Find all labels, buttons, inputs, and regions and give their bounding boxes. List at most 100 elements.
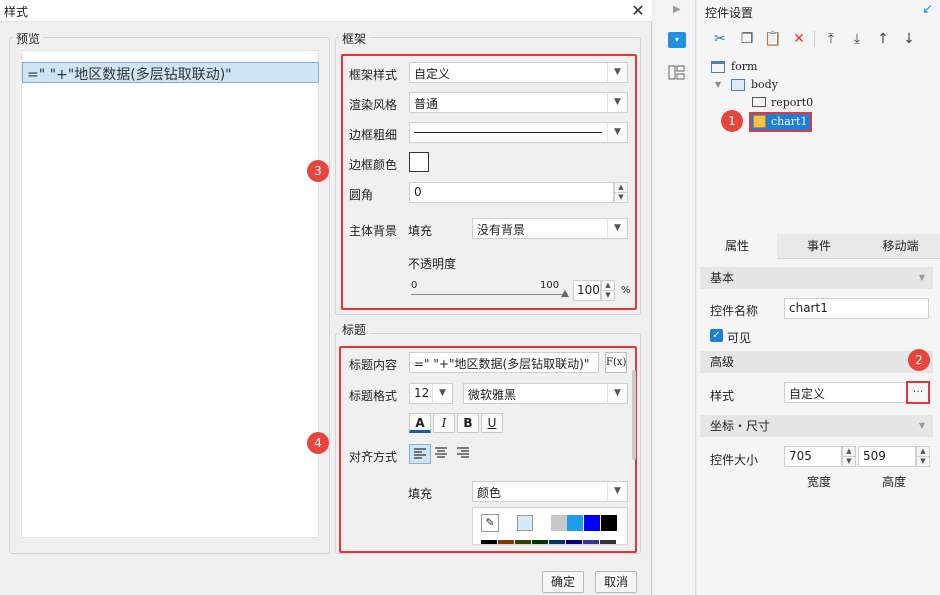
align-center-icon[interactable] (431, 444, 453, 464)
tree-item-report0[interactable]: report0 (771, 96, 813, 109)
palette-swatch[interactable] (535, 515, 551, 531)
opacity-input[interactable]: 100 (573, 280, 601, 301)
palette-swatch[interactable] (532, 540, 548, 544)
bg-fill-select[interactable]: 没有背景 ▼ (472, 218, 628, 239)
palette-swatch[interactable] (601, 515, 617, 531)
align-label: 对齐方式 (349, 450, 398, 464)
palette-swatch[interactable] (481, 540, 497, 544)
preview-title-chip[interactable]: =" "+"地区数据(多层钻取联动)" (22, 62, 319, 83)
chart-icon (753, 115, 766, 128)
opacity-slider-thumb[interactable] (561, 290, 569, 297)
expand-tree-icon[interactable]: ▼ (715, 80, 721, 89)
paste-icon[interactable]: 📋 (762, 28, 784, 50)
chevron-down-icon: ▼ (607, 482, 627, 501)
border-color-swatch[interactable] (409, 152, 429, 172)
radius-input[interactable]: 0 (409, 182, 614, 203)
border-width-select[interactable]: ▼ (409, 122, 628, 143)
formula-button[interactable]: F(x) (605, 352, 627, 373)
move-top-icon[interactable]: ⤒ (820, 28, 842, 50)
frame-style-label: 框架样式 (349, 68, 398, 82)
radius-label: 圆角 (349, 188, 374, 202)
frame-group-title: 框架 (339, 30, 370, 47)
palette-row-2[interactable] (481, 540, 621, 544)
chevron-down-icon[interactable]: ▼ (842, 456, 856, 467)
move-down-icon[interactable]: ↓ (898, 28, 920, 50)
width-label: 宽度 (807, 475, 832, 489)
callout-badge-4: 4 (307, 432, 329, 454)
chevron-down-icon[interactable]: ▼ (601, 290, 615, 301)
title-content-input[interactable]: =" "+"地区数据(多层钻取联动)" (409, 352, 599, 373)
title-fill-select[interactable]: 颜色 ▼ (472, 481, 628, 502)
height-input[interactable]: 509 (858, 446, 916, 467)
basic-section-header[interactable]: 基本 ▼ (700, 267, 933, 289)
bold-button[interactable]: B (457, 413, 479, 433)
callout-badge-1: 1 (721, 110, 743, 132)
palette-swatch[interactable] (566, 540, 582, 544)
title-fill-label: 填充 (408, 487, 433, 501)
underline-button[interactable]: U (481, 413, 503, 433)
layout-icon[interactable] (668, 65, 685, 80)
move-up-icon[interactable]: ↑ (872, 28, 894, 50)
align-right-icon[interactable] (453, 444, 475, 464)
palette-swatch[interactable] (583, 540, 599, 544)
palette-swatch[interactable] (517, 515, 533, 531)
palette-swatch[interactable] (584, 515, 600, 531)
chevron-down-icon: ▼ (607, 219, 627, 238)
height-label: 高度 (882, 475, 907, 489)
expand-icon[interactable]: ↙ (922, 2, 933, 17)
chevron-down-icon[interactable]: ▼ (614, 192, 628, 203)
collapse-arrow-icon[interactable]: ▶ (673, 4, 681, 15)
tab-events[interactable]: 事件 (779, 234, 859, 259)
color-palette: ✎ (472, 507, 628, 545)
eyedropper-icon[interactable]: ✎ (481, 514, 499, 532)
render-style-select[interactable]: 普通 ▼ (409, 92, 628, 113)
italic-button[interactable]: I (433, 413, 455, 433)
tree-item-chart1[interactable]: chart1 (751, 114, 810, 130)
tab-properties[interactable]: 属性 (697, 234, 777, 259)
font-color-button[interactable]: A (409, 413, 431, 433)
tree-item-body[interactable]: body (751, 78, 778, 91)
widget-name-label: 控件名称 (710, 304, 759, 318)
cut-icon[interactable]: ✂ (709, 28, 731, 50)
preview-canvas (21, 50, 319, 538)
close-icon[interactable]: ✕ (628, 1, 648, 21)
tab-mobile[interactable]: 移动端 (861, 234, 940, 259)
align-left-icon[interactable] (409, 444, 431, 464)
frame-style-select[interactable]: 自定义 ▼ (409, 62, 628, 83)
title-content-label: 标题内容 (349, 358, 398, 372)
palette-swatch[interactable] (551, 515, 567, 531)
title-fill-value: 颜色 (477, 486, 502, 500)
cancel-button[interactable]: 取消 (595, 571, 637, 593)
copy-icon[interactable]: ❐ (736, 28, 758, 50)
style-edit-button[interactable]: ··· (906, 381, 930, 404)
widget-settings-icon[interactable]: ▾ (668, 32, 686, 48)
visible-checkbox[interactable]: ✓ (710, 329, 723, 342)
palette-swatch[interactable] (515, 540, 531, 544)
move-bottom-icon[interactable]: ⤓ (846, 28, 868, 50)
font-size-select[interactable]: 12 ▼ (409, 383, 453, 404)
width-input[interactable]: 705 (784, 446, 842, 467)
tree-item-form[interactable]: form (731, 60, 757, 73)
widget-name-input[interactable]: chart1 (784, 298, 929, 319)
panel-title: 控件设置 (705, 6, 754, 20)
palette-swatch[interactable] (567, 515, 583, 531)
palette-swatch[interactable] (498, 540, 514, 544)
chevron-down-icon[interactable]: ▼ (916, 456, 930, 467)
render-style-value: 普通 (414, 97, 439, 111)
coord-section-header[interactable]: 坐标・尺寸 ▼ (700, 415, 933, 437)
dialog-titlebar: 样式 ✕ (0, 0, 652, 22)
title-group-title: 标题 (339, 321, 370, 338)
advanced-section-header[interactable]: 高级 (700, 351, 933, 373)
style-input[interactable]: 自定义 (784, 382, 908, 403)
delete-icon[interactable]: ✕ (788, 28, 810, 50)
title-group-scrollbar[interactable] (632, 370, 636, 460)
palette-swatch[interactable] (549, 540, 565, 544)
font-family-select[interactable]: 微软雅黑 ▼ (463, 383, 628, 404)
opacity-unit: % (621, 285, 631, 296)
chevron-down-icon: ▼ (918, 421, 925, 430)
opacity-slider-track[interactable] (411, 294, 567, 295)
palette-swatch[interactable] (600, 540, 616, 544)
ok-button[interactable]: 确定 (542, 571, 584, 593)
size-label: 控件大小 (710, 453, 759, 467)
chevron-down-icon: ▼ (918, 273, 925, 282)
